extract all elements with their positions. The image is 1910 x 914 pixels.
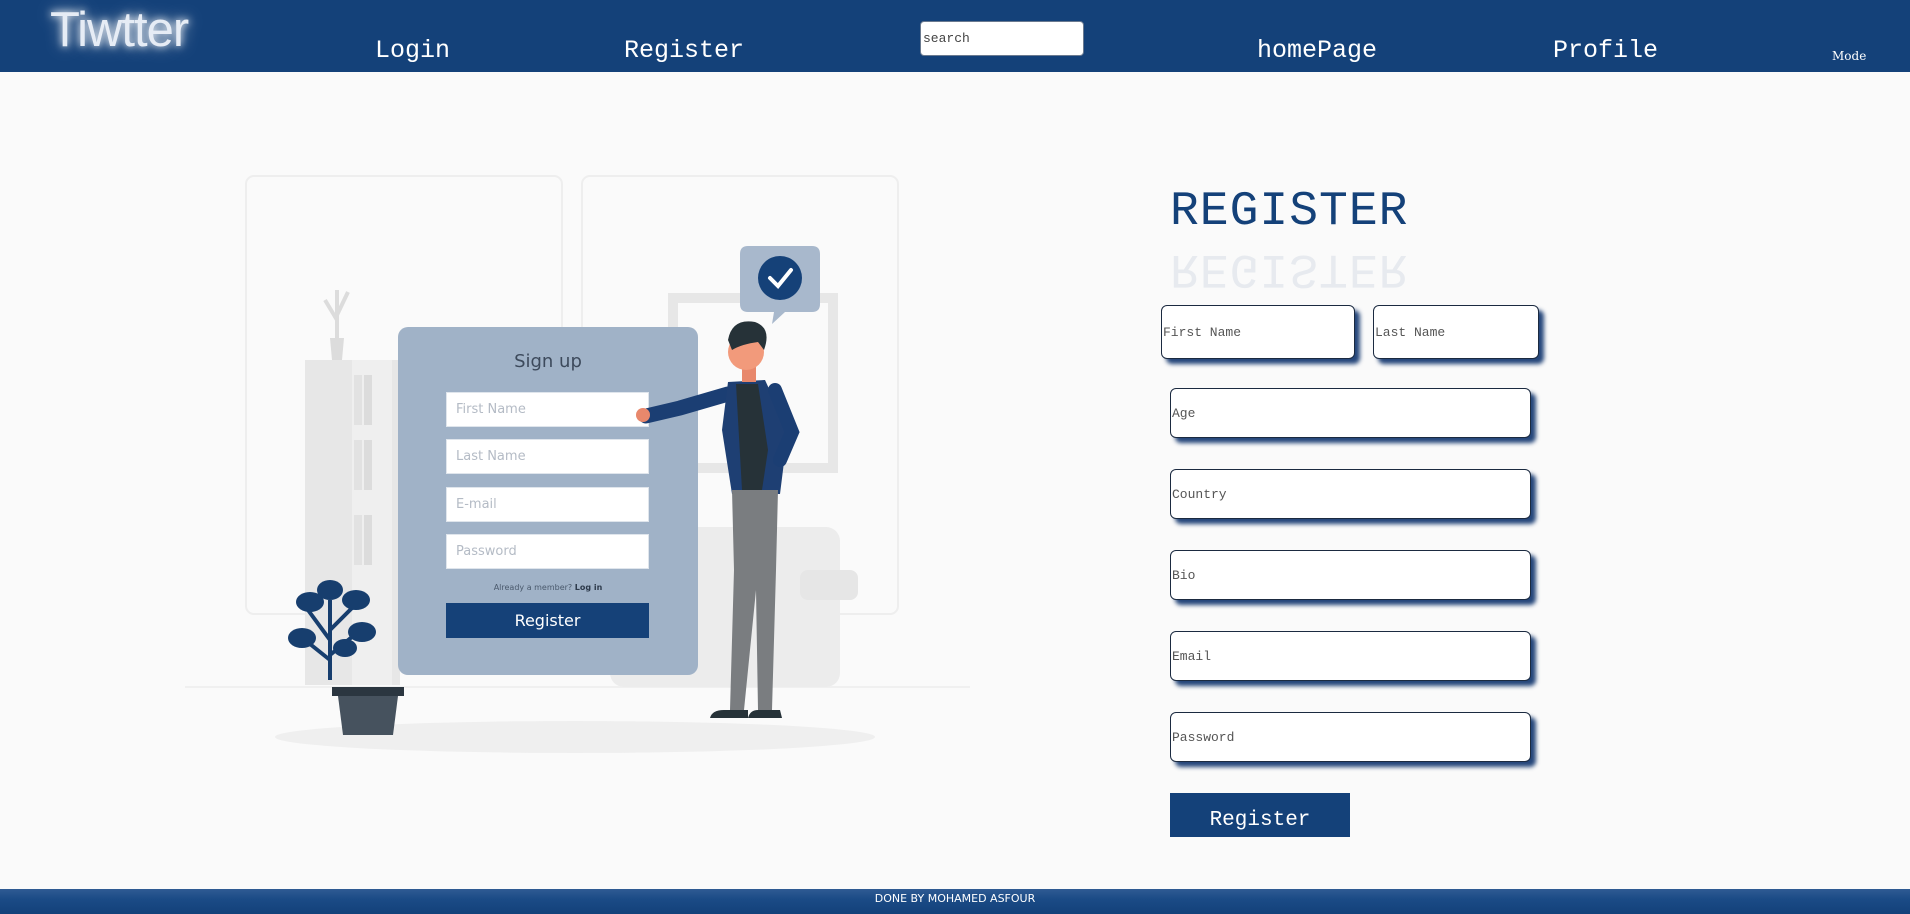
mode-toggle-button[interactable]: Mode bbox=[1832, 49, 1866, 63]
first-name-field[interactable] bbox=[1161, 305, 1355, 359]
age-field[interactable] bbox=[1170, 388, 1531, 438]
brand-logo[interactable]: Tiwtter bbox=[50, 2, 189, 58]
nav-link-profile[interactable]: Profile bbox=[1553, 36, 1658, 65]
search-input[interactable] bbox=[920, 21, 1084, 56]
nav-link-homepage[interactable]: homePage bbox=[1257, 36, 1377, 65]
last-name-field[interactable] bbox=[1373, 305, 1539, 359]
country-field[interactable] bbox=[1170, 469, 1531, 519]
footer: DONE BY MOHAMED ASFOUR bbox=[0, 889, 1910, 914]
register-heading: REGISTER bbox=[1170, 185, 1409, 239]
nav-link-login[interactable]: Login bbox=[375, 36, 450, 65]
register-heading-reflection: REGISTER bbox=[1170, 255, 1409, 295]
signup-illustration: Sign up First Name Last Name E-mail Pass… bbox=[180, 170, 980, 760]
footer-credit: DONE BY MOHAMED ASFOUR bbox=[874, 892, 1036, 905]
password-field[interactable] bbox=[1170, 712, 1531, 762]
navbar: Tiwtter Login Register homePage Profile … bbox=[0, 0, 1910, 72]
email-field[interactable] bbox=[1170, 631, 1531, 681]
check-icon bbox=[758, 256, 802, 300]
bio-field[interactable] bbox=[1170, 550, 1531, 600]
register-submit-button[interactable]: Register bbox=[1170, 793, 1350, 837]
illustration-person bbox=[636, 246, 820, 718]
nav-link-register[interactable]: Register bbox=[624, 36, 744, 65]
